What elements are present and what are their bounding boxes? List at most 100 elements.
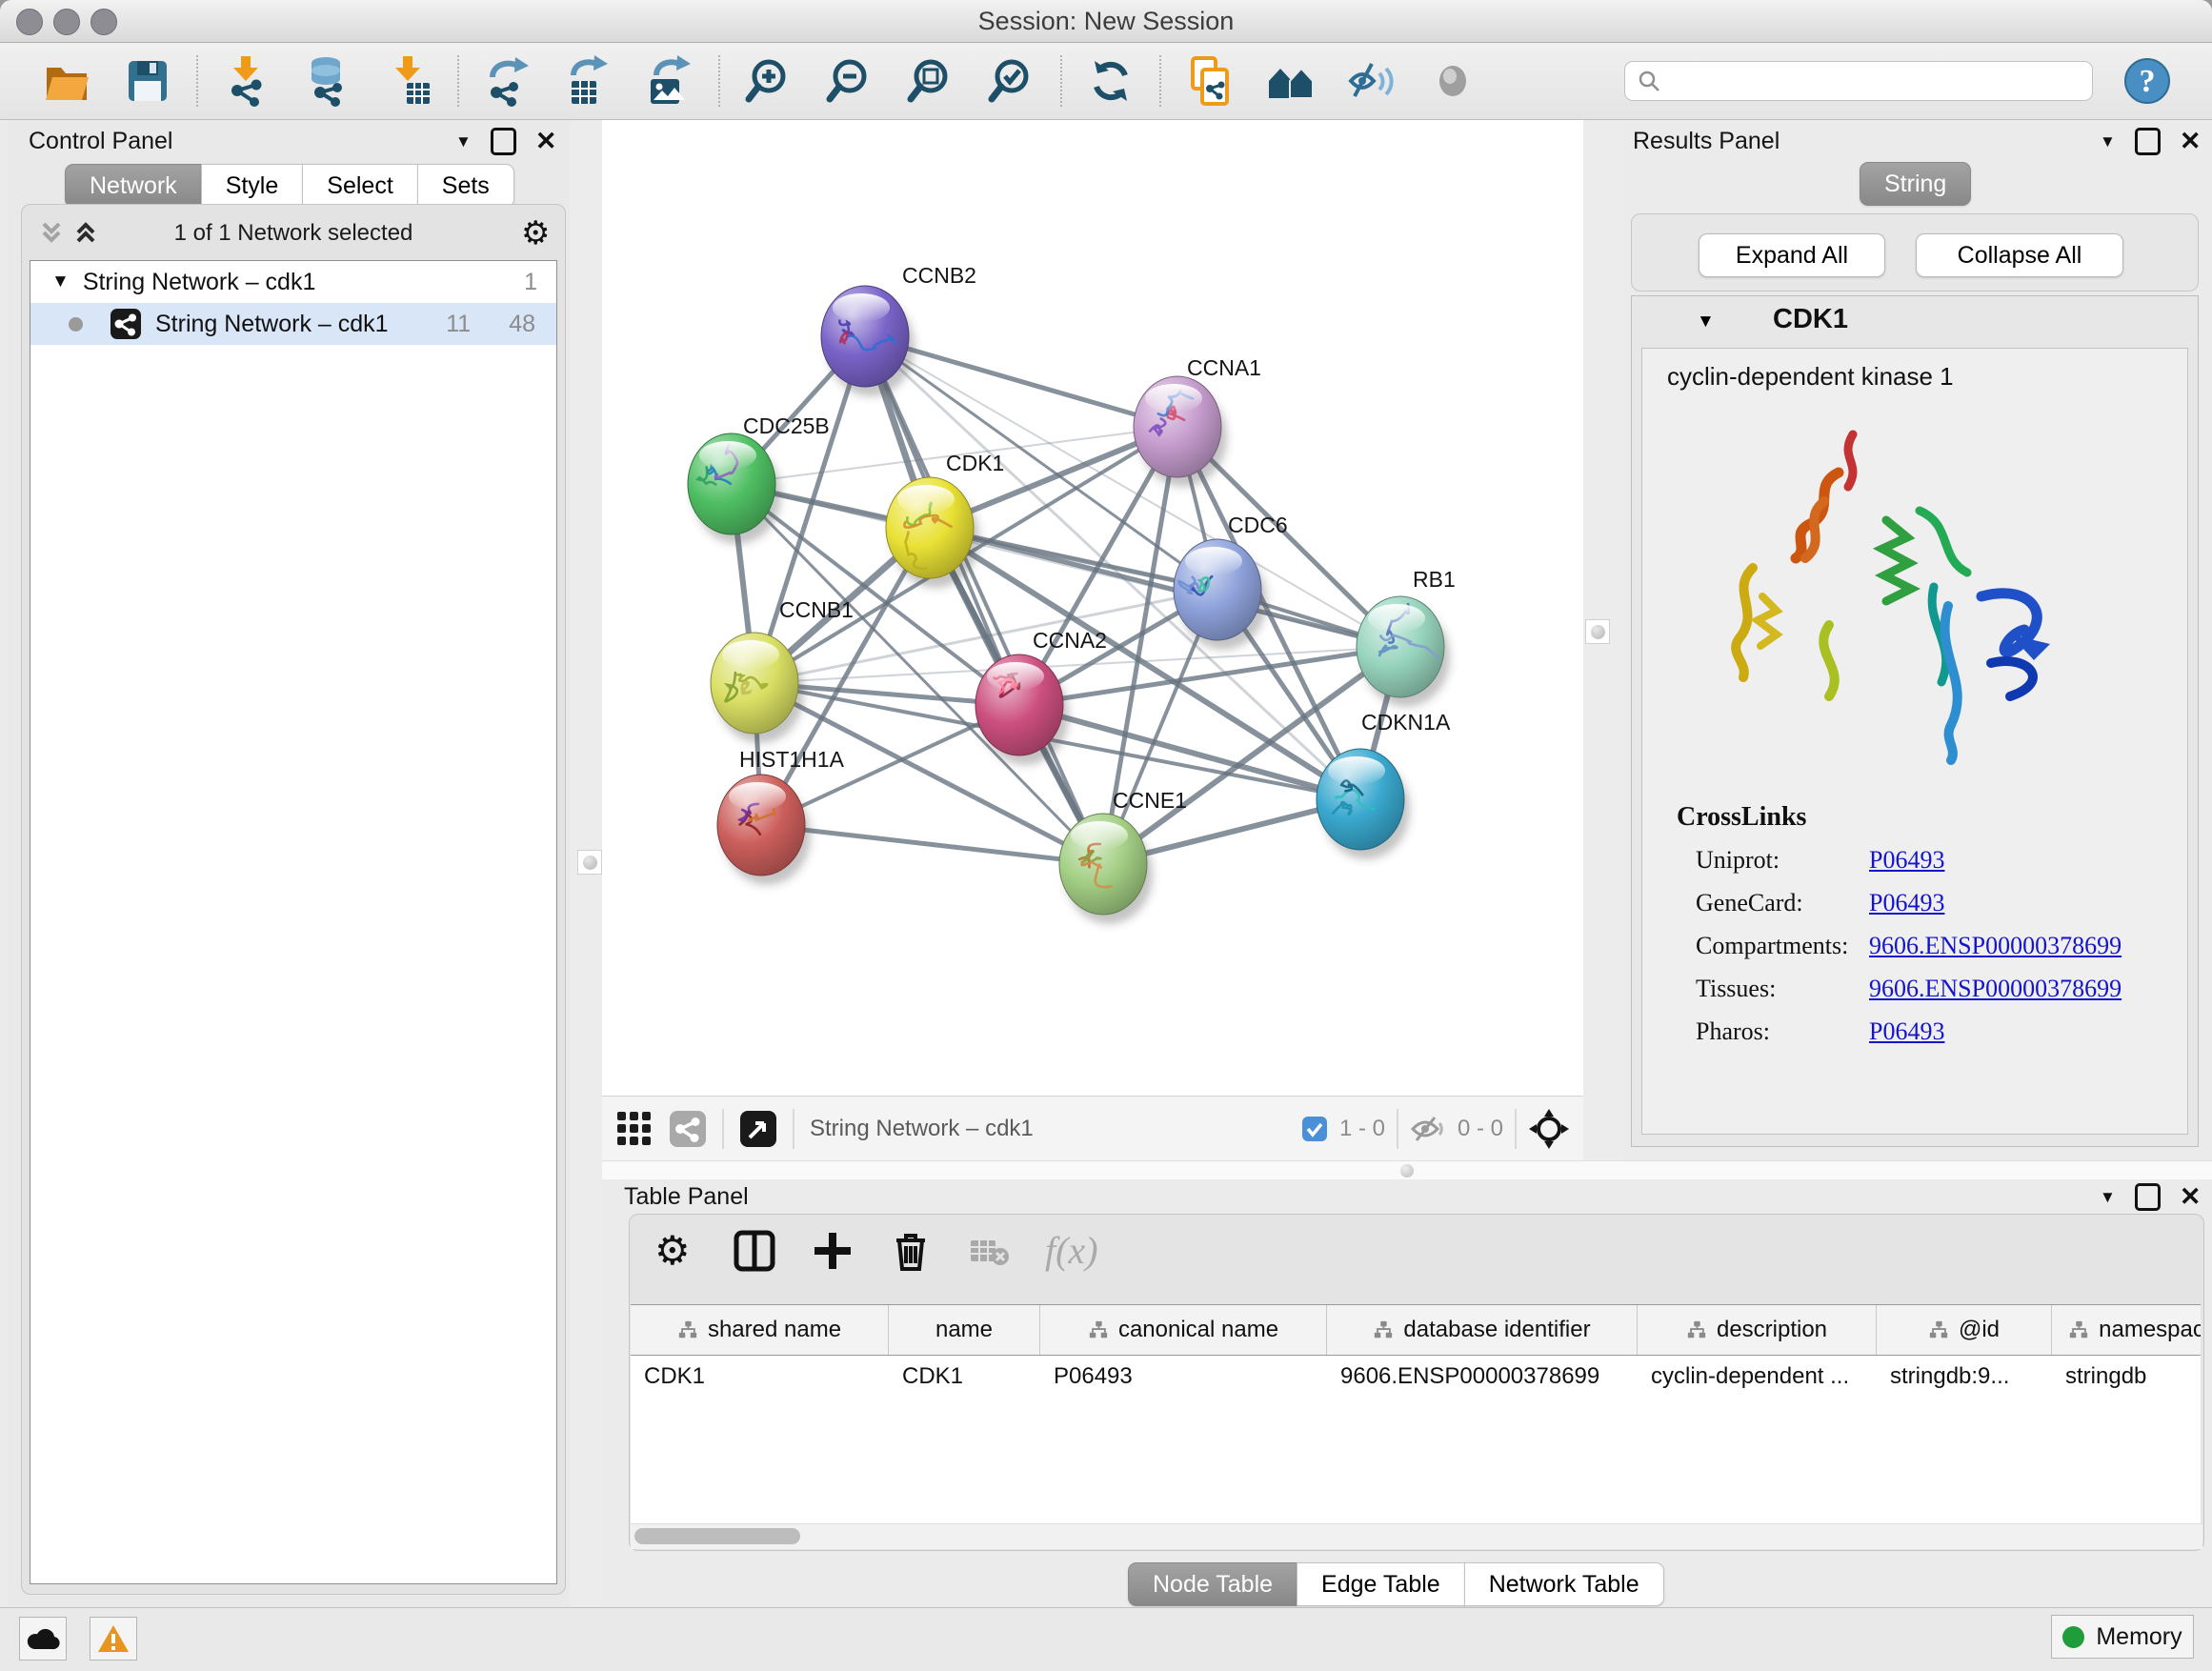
table-panel-float-icon[interactable] (2135, 1183, 2161, 1211)
network-tree-root-row[interactable]: ▼ String Network – cdk1 1 (30, 261, 556, 303)
tab-select[interactable]: Select (302, 164, 417, 208)
open-session-icon[interactable] (40, 54, 93, 108)
show-all-nodes-icon[interactable] (1264, 54, 1317, 108)
edge-HIST1H1A-CCNE1[interactable] (761, 825, 1103, 864)
help-icon[interactable]: ? (2121, 54, 2174, 108)
birds-eye-view-icon[interactable] (739, 1110, 777, 1148)
horizontal-splitter[interactable] (602, 1160, 2212, 1181)
crosslink-link[interactable]: 9606.ENSP00000378699 (1869, 932, 2122, 960)
center-view-crosshair-icon[interactable] (1528, 1108, 1570, 1150)
control-panel-float-icon[interactable] (491, 128, 516, 155)
network-canvas-panel: CCNB2CCNA1CDC25BCDK1CDC6RB1CCNB1CCNA2CDK… (602, 120, 1583, 1160)
tab-edge-table[interactable]: Edge Table (1297, 1562, 1465, 1606)
warnings-button[interactable] (90, 1617, 137, 1661)
crosslink-row: Pharos:P06493 (1696, 1010, 2172, 1053)
crosslink-link[interactable]: 9606.ENSP00000378699 (1869, 975, 2122, 1003)
zoom-fit-icon[interactable] (904, 54, 957, 108)
node-CDK1[interactable] (886, 477, 979, 588)
node-label-CDC6: CDC6 (1228, 513, 1288, 537)
scrollbar-thumb[interactable] (634, 1528, 800, 1544)
right-splitter-handle[interactable] (1585, 619, 1610, 644)
network-options-gear-icon[interactable]: ⚙ (521, 214, 550, 252)
edge-RB1-CCNA2[interactable] (1019, 647, 1400, 705)
node-RB1[interactable] (1357, 596, 1450, 707)
export-network-icon[interactable] (481, 54, 534, 108)
results-panel-close-icon[interactable]: ✕ (2180, 129, 2202, 154)
tree-disclosure-icon[interactable]: ▼ (51, 272, 70, 292)
add-column-icon[interactable] (811, 1229, 855, 1273)
expand-all-button[interactable]: Expand All (1699, 233, 1885, 277)
import-network-icon[interactable] (220, 54, 273, 108)
network-tree-row-selected[interactable]: String Network – cdk1 11 48 (30, 303, 556, 345)
tab-style[interactable]: Style (201, 164, 304, 208)
control-panel-collapse-icon[interactable]: ▼ (455, 132, 472, 151)
node-CCNB2[interactable] (821, 286, 915, 396)
crosslink-link[interactable]: P06493 (1869, 1017, 1944, 1046)
graphics-detail-icon[interactable] (1426, 54, 1479, 108)
table-horizontal-scrollbar[interactable] (631, 1523, 2202, 1549)
table-panel-collapse-icon[interactable]: ▼ (2100, 1188, 2116, 1207)
show-columns-icon[interactable] (733, 1229, 776, 1273)
column-header-shared-name[interactable]: shared name (631, 1305, 889, 1355)
crosslink-label: GeneCard: (1696, 889, 1869, 917)
memory-status-button[interactable]: Memory (2051, 1615, 2194, 1659)
tab-network-table[interactable]: Network Table (1464, 1562, 1664, 1606)
section-disclosure-icon[interactable]: ▼ (1697, 312, 1715, 332)
left-splitter-handle[interactable] (577, 850, 602, 875)
table-row[interactable]: CDK1CDK1P064939606.ENSP00000378699cyclin… (631, 1356, 2201, 1398)
results-panel-float-icon[interactable] (2135, 128, 2161, 155)
export-image-icon[interactable] (643, 54, 696, 108)
node-CCNE1[interactable] (1059, 814, 1153, 924)
left-splitter[interactable] (570, 120, 602, 1608)
crosslink-link[interactable]: P06493 (1869, 889, 1944, 917)
table-panel-title: Table Panel (624, 1183, 749, 1210)
column-header-@id[interactable]: @id (1877, 1305, 2052, 1355)
zoom-selected-icon[interactable] (985, 54, 1038, 108)
node-CDC25B[interactable] (688, 433, 781, 544)
node-CDKN1A[interactable] (1317, 749, 1410, 859)
function-builder-icon[interactable]: f(x) (1045, 1228, 1098, 1273)
zoom-out-icon[interactable] (823, 54, 876, 108)
column-header-name[interactable]: name (889, 1305, 1040, 1355)
network-canvas[interactable]: CCNB2CCNA1CDC25BCDK1CDC6RB1CCNB1CCNA2CDK… (602, 120, 1583, 1096)
table-settings-gear-icon[interactable]: ⚙ (654, 1229, 698, 1273)
edge-CDK1-RB1[interactable] (930, 528, 1400, 647)
column-header-namespac[interactable]: namespac (2052, 1305, 2201, 1355)
cloud-status-button[interactable] (19, 1617, 67, 1661)
export-table-icon[interactable] (562, 54, 615, 108)
results-panel: Results Panel ▼ ✕ String Expand All Coll… (1623, 120, 2212, 1160)
save-session-icon[interactable] (121, 54, 174, 108)
grid-view-icon[interactable] (615, 1110, 654, 1148)
crosslink-link[interactable]: P06493 (1869, 846, 1944, 875)
delete-column-icon[interactable] (889, 1229, 933, 1273)
import-network-database-icon[interactable] (301, 54, 354, 108)
table-panel-close-icon[interactable]: ✕ (2180, 1184, 2202, 1210)
node-HIST1H1A[interactable] (717, 775, 811, 885)
horizontal-splitter-handle[interactable] (1400, 1164, 1414, 1178)
control-panel-close-icon[interactable]: ✕ (535, 129, 557, 154)
results-panel-collapse-icon[interactable]: ▼ (2100, 132, 2116, 151)
hidden-items-eye-icon[interactable] (1410, 1114, 1446, 1144)
node-CCNA1[interactable] (1134, 376, 1227, 487)
clone-network-icon[interactable] (1183, 54, 1237, 108)
tab-node-table[interactable]: Node Table (1128, 1562, 1297, 1606)
column-header-canonical-name[interactable]: canonical name (1040, 1305, 1327, 1355)
tab-sets[interactable]: Sets (417, 164, 514, 208)
edge-CCNB2-CCNE1[interactable] (865, 336, 1103, 864)
node-CDC6[interactable] (1174, 539, 1267, 650)
collapse-all-button[interactable]: Collapse All (1916, 233, 2123, 277)
selected-checkbox-icon[interactable] (1301, 1116, 1328, 1142)
column-header-database-identifier[interactable]: database identifier (1327, 1305, 1638, 1355)
right-splitter[interactable] (1583, 120, 1623, 1160)
search-input[interactable] (1669, 67, 2081, 95)
delete-table-icon[interactable] (967, 1229, 1011, 1273)
tab-string[interactable]: String (1860, 162, 1971, 206)
zoom-in-icon[interactable] (742, 54, 795, 108)
network-share-view-icon[interactable] (669, 1110, 707, 1148)
column-header-description[interactable]: description (1638, 1305, 1877, 1355)
search-box[interactable] (1624, 61, 2093, 101)
hide-selected-icon[interactable] (1345, 54, 1398, 108)
refresh-layout-icon[interactable] (1084, 54, 1137, 108)
import-table-icon[interactable] (382, 54, 435, 108)
tab-network[interactable]: Network (65, 164, 202, 208)
